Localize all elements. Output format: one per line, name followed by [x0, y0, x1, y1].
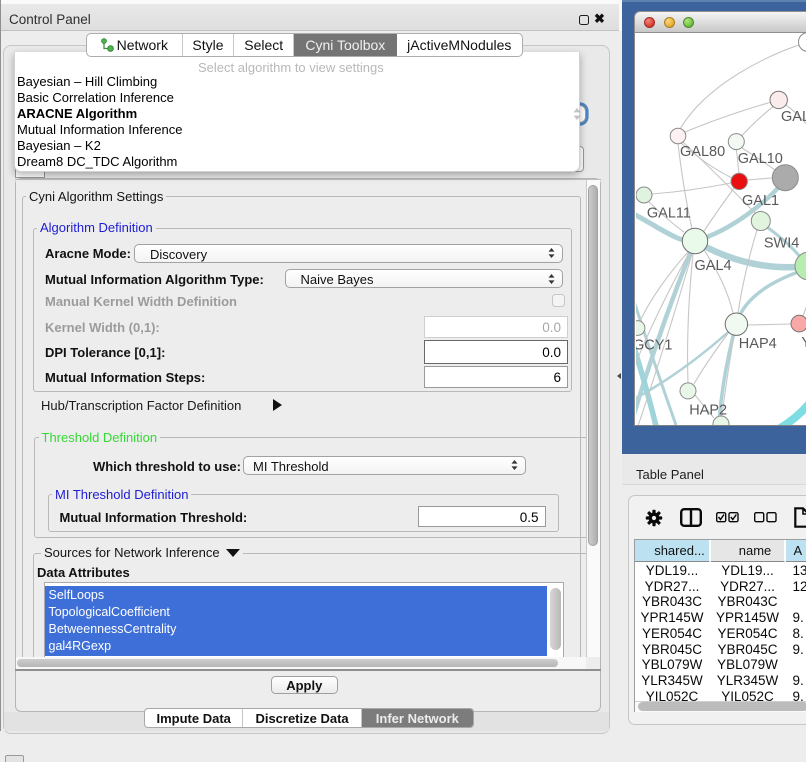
svg-text:GAL: GAL — [781, 109, 806, 125]
svg-text:GAL80: GAL80 — [680, 144, 725, 160]
svg-text:GAL4: GAL4 — [695, 258, 732, 274]
svg-text:HAP2: HAP2 — [689, 403, 727, 419]
svg-text:SWI4: SWI4 — [764, 236, 799, 252]
svg-text:GAL10: GAL10 — [738, 151, 783, 167]
svg-text:HAP4: HAP4 — [739, 336, 777, 352]
svg-text:Y: Y — [801, 335, 806, 351]
svg-text:GAL11: GAL11 — [647, 206, 691, 222]
svg-text:GCY1: GCY1 — [636, 338, 673, 354]
svg-text:GAL1: GAL1 — [742, 193, 779, 209]
